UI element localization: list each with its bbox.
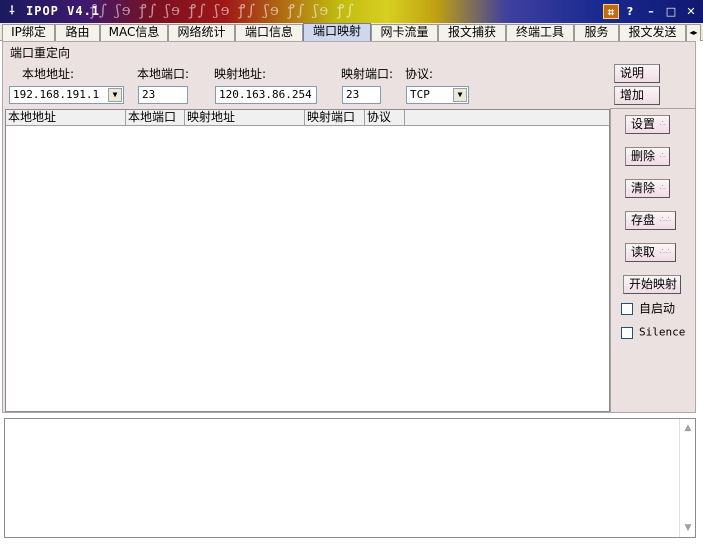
help-icon[interactable]: ? (622, 4, 638, 19)
local-port-label: 本地端口: (137, 67, 190, 81)
chevron-down-icon[interactable]: ▼ (453, 88, 467, 102)
mapped-address-input[interactable]: 120.163.86.254 (215, 86, 317, 104)
minimize-icon[interactable]: – (643, 4, 659, 19)
tab-nic-traffic[interactable]: 网卡流量 (371, 24, 438, 41)
clear-button-label: 清除 (631, 181, 656, 195)
column-header-protocol[interactable]: 协议 (365, 110, 405, 126)
mapped-address-label: 映射地址: (214, 67, 267, 81)
system-menu-icon[interactable]: ⌗ (603, 4, 619, 19)
tab-port-mapping[interactable]: 端口映射 (303, 23, 371, 42)
tab-strip: IP绑定 路由 MAC信息 网络统计 端口信息 端口映射 网卡流量 报文捕获 终… (0, 23, 703, 42)
tab-network-stats[interactable]: 网络统计 (168, 24, 235, 41)
add-button-label: 增加 (620, 88, 645, 102)
local-address-value: 192.168.191.1 (13, 88, 100, 101)
settings-button[interactable]: 设置 ∴ (625, 115, 670, 134)
tab-ip-binding[interactable]: IP绑定 (2, 24, 55, 41)
window-title: IPOP V4.1 (26, 4, 101, 18)
delete-button-label: 删除 (631, 149, 656, 163)
tab-port-info[interactable]: 端口信息 (235, 24, 303, 41)
autostart-label: 自启动 (639, 301, 676, 316)
title-bar[interactable]: ꝭ∫ ʃɘ ꝭ∫ ʃɘ ꝭ∫ ʃɘ ꝭ∫ ʃɘ ꝭ∫ ʃɘ ꝭ∫ ⸸ IPOP … (0, 0, 703, 23)
scroll-up-icon[interactable]: ▲ (682, 422, 694, 434)
scroll-down-icon[interactable]: ▼ (682, 522, 694, 534)
mapped-port-input[interactable]: 23 (342, 86, 381, 104)
divider (611, 108, 696, 109)
save-button[interactable]: 存盘 ∴∴ (625, 211, 676, 230)
save-button-label: 存盘 (631, 213, 656, 227)
tab-terminal-tools[interactable]: 终端工具 (506, 24, 574, 41)
column-header-mapped-port[interactable]: 映射端口 (305, 110, 365, 126)
settings-button-label: 设置 (631, 117, 656, 131)
app-icon[interactable]: ⸸ (6, 5, 18, 17)
silence-label: Silence (639, 325, 686, 339)
start-mapping-button-label: 开始映射 (629, 277, 678, 291)
local-address-label: 本地地址: (22, 67, 75, 81)
column-header-local-port[interactable]: 本地端口 (126, 110, 185, 126)
decoration-icon: ∴ (659, 119, 666, 128)
column-header-local-address[interactable]: 本地地址 (6, 110, 126, 126)
local-port-input[interactable]: 23 (138, 86, 188, 104)
tab-packet-send[interactable]: 报文发送 (619, 24, 686, 41)
title-decoration: ꝭ∫ ʃɘ ꝭ∫ ʃɘ ꝭ∫ ʃɘ ꝭ∫ ʃɘ ꝭ∫ ʃɘ ꝭ∫ (90, 1, 356, 19)
silence-checkbox[interactable]: Silence (621, 325, 685, 341)
tab-packet-capture[interactable]: 报文捕获 (438, 24, 506, 41)
mapping-list[interactable]: 本地地址 本地端口 映射地址 映射端口 协议 (5, 109, 610, 412)
clear-button[interactable]: 清除 ∴ (625, 179, 670, 198)
protocol-label: 协议: (405, 67, 434, 81)
local-address-combo[interactable]: 192.168.191.1 ▼ (9, 86, 124, 104)
close-icon[interactable]: ✕ (683, 4, 699, 19)
load-button-label: 读取 (631, 245, 656, 259)
help-button-label: 说明 (620, 66, 645, 80)
add-button[interactable]: 增加 (614, 86, 660, 105)
protocol-combo[interactable]: TCP ▼ (406, 86, 469, 104)
decoration-icon: ∴∴ (659, 247, 672, 256)
group-title: 端口重定向 (10, 46, 71, 60)
delete-button[interactable]: 删除 ∴ (625, 147, 670, 166)
log-textarea[interactable]: ▲ ▼ (4, 418, 696, 538)
column-header-filler (405, 110, 609, 126)
tab-route[interactable]: 路由 (55, 24, 100, 41)
column-header-mapped-address[interactable]: 映射地址 (185, 110, 305, 126)
help-button[interactable]: 说明 (614, 64, 660, 83)
checkbox-box[interactable] (621, 326, 633, 339)
decoration-icon: ∴∴ (659, 215, 672, 224)
vertical-scrollbar[interactable]: ▲ ▼ (679, 419, 695, 537)
decoration-icon: ∴ (659, 183, 666, 192)
tab-scroll-arrows-icon[interactable]: ◂▸ (686, 24, 701, 41)
maximize-icon[interactable]: □ (663, 4, 679, 19)
tab-service[interactable]: 服务 (574, 24, 619, 41)
checkbox-box[interactable] (621, 302, 633, 315)
protocol-value: TCP (410, 88, 430, 101)
tab-mac-info[interactable]: MAC信息 (100, 24, 168, 41)
mapped-port-label: 映射端口: (341, 67, 394, 81)
chevron-down-icon[interactable]: ▼ (108, 88, 122, 102)
divider (610, 108, 611, 413)
app-window: ꝭ∫ ʃɘ ꝭ∫ ʃɘ ꝭ∫ ʃɘ ꝭ∫ ʃɘ ꝭ∫ ʃɘ ꝭ∫ ⸸ IPOP … (0, 0, 703, 546)
load-button[interactable]: 读取 ∴∴ (625, 243, 676, 262)
autostart-checkbox[interactable]: 自启动 (621, 301, 675, 317)
decoration-icon: ∴ (659, 151, 666, 160)
start-mapping-button[interactable]: 开始映射 (623, 275, 681, 294)
